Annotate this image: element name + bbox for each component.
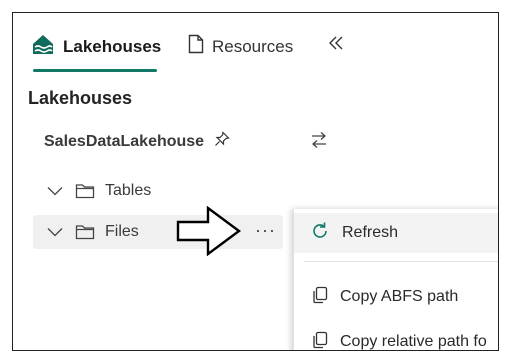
pin-icon[interactable]: [214, 131, 230, 152]
folder-icon: [75, 224, 95, 240]
folder-icon: [75, 183, 95, 199]
tab-lakehouses-label: Lakehouses: [63, 36, 162, 56]
lakehouse-item[interactable]: SalesDataLakehouse: [44, 131, 230, 152]
menu-item-copy-abfs-path[interactable]: Copy ABFS path: [294, 281, 458, 313]
menu-item-refresh-label: Refresh: [342, 224, 399, 241]
tree-item-files[interactable]: Files: [33, 215, 283, 249]
menu-item-refresh[interactable]: Refresh: [294, 213, 498, 253]
panel-heading: Lakehouses: [28, 88, 133, 108]
tree-item-tables-label: Tables: [105, 182, 152, 199]
swap-arrows-icon[interactable]: [310, 131, 328, 154]
menu-item-copy-relative-path[interactable]: Copy relative path fo: [294, 326, 487, 351]
more-options-icon[interactable]: ···: [255, 220, 276, 241]
double-chevron-left-icon[interactable]: [328, 35, 344, 56]
tree-item-files-label: Files: [105, 223, 139, 240]
tab-resources-label: Resources: [212, 36, 294, 56]
chevron-down-icon[interactable]: [47, 186, 63, 196]
menu-item-copy-relative-path-label: Copy relative path fo: [340, 333, 487, 350]
refresh-icon: [310, 221, 330, 246]
tab-resources[interactable]: Resources: [188, 34, 293, 59]
menu-item-copy-abfs-path-label: Copy ABFS path: [340, 288, 459, 305]
explorer-window: Lakehouses Resources Lakehouses SalesDat…: [12, 12, 499, 351]
chevron-down-icon[interactable]: [47, 227, 63, 237]
document-icon: [188, 34, 204, 59]
lakehouse-icon: [31, 33, 55, 60]
tree-item-tables[interactable]: Tables: [33, 176, 283, 206]
active-tab-indicator: [33, 69, 157, 72]
menu-divider: [304, 261, 498, 262]
arrow-right-icon: [176, 205, 242, 261]
lakehouse-name: SalesDataLakehouse: [44, 132, 205, 150]
context-menu: Refresh Copy ABFS path Copy relative pat…: [293, 209, 498, 351]
copy-icon: [312, 286, 328, 309]
tab-lakehouses[interactable]: Lakehouses: [31, 33, 161, 60]
copy-icon: [312, 331, 328, 351]
